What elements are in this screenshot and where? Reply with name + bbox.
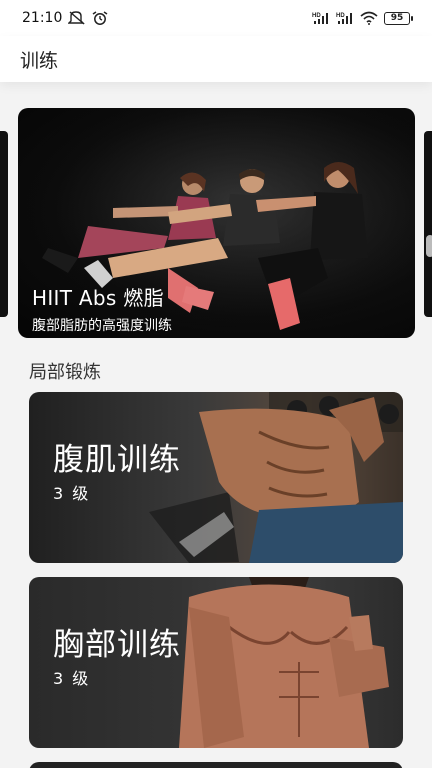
svg-text:HD: HD — [336, 13, 345, 19]
status-right: HD HD 95 — [312, 11, 413, 25]
featured-workout-card[interactable]: HIIT Abs 燃脂 腹部脂肪的高强度训练 — [18, 108, 415, 338]
battery-level: 95 — [390, 13, 404, 23]
mute-icon — [67, 11, 86, 25]
wifi-icon — [360, 11, 378, 25]
workout-title-chest: 胸部训练 — [53, 627, 181, 663]
workout-level-chest: 3 级 — [53, 669, 91, 688]
status-left: 21:10 — [22, 10, 110, 26]
workout-title-abs: 腹肌训练 — [53, 442, 181, 478]
carousel-next-card[interactable] — [424, 131, 432, 317]
workout-card-next[interactable] — [29, 762, 403, 768]
workout-card-chest[interactable]: 胸部训练 3 级 — [29, 577, 403, 748]
workout-level-abs: 3 级 — [53, 484, 91, 503]
carousel-prev-card[interactable] — [0, 131, 8, 317]
app-header: 训练 — [0, 36, 432, 82]
battery-icon: 95 — [384, 11, 413, 25]
alarm-icon — [92, 11, 110, 25]
signal-hd-icon: HD — [336, 11, 354, 25]
signal-hd-icon: HD — [312, 11, 330, 25]
status-time: 21:10 — [22, 10, 63, 26]
carousel-handle — [426, 235, 432, 257]
featured-subtitle: 腹部脂肪的高强度训练 — [32, 318, 172, 334]
svg-text:HD: HD — [312, 13, 321, 19]
section-title: 局部锻炼 — [29, 362, 101, 383]
featured-carousel[interactable]: HIIT Abs 燃脂 腹部脂肪的高强度训练 — [0, 107, 432, 339]
page-title: 训练 — [20, 49, 59, 72]
featured-title: HIIT Abs 燃脂 — [32, 286, 164, 310]
workout-card-abs[interactable]: 腹肌训练 3 级 — [29, 392, 403, 563]
status-bar: 21:10 HD HD 95 — [0, 0, 432, 36]
